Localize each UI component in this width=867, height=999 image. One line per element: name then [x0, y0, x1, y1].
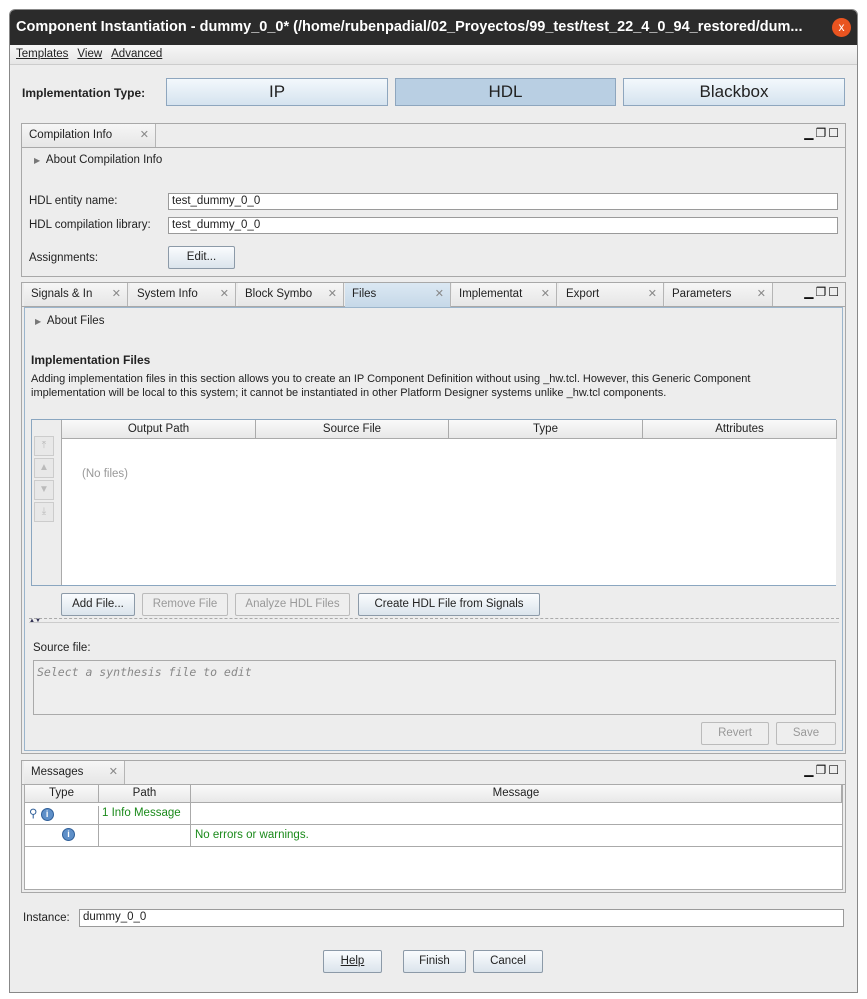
close-tab-icon[interactable]: ✕	[220, 283, 229, 305]
column-attributes[interactable]: Attributes	[643, 420, 837, 439]
column-type[interactable]: Type	[25, 785, 99, 803]
files-tab-content: ▶ About Files Implementation Files Addin…	[24, 307, 843, 751]
tab-label: Implementat	[459, 288, 523, 300]
blackbox-button[interactable]: Blackbox	[623, 78, 845, 106]
revert-button[interactable]: Revert	[701, 722, 769, 745]
close-tab-icon[interactable]: ✕	[757, 283, 766, 305]
move-up-icon[interactable]: ▲	[34, 458, 54, 478]
expand-pin-icon[interactable]: ⚲	[29, 808, 37, 820]
hdl-entity-name-input[interactable]: test_dummy_0_0	[168, 193, 838, 210]
tab-messages[interactable]: Messages ✕	[24, 761, 125, 784]
entity-name-label: HDL entity name:	[29, 195, 118, 207]
column-output-path[interactable]: Output Path	[62, 420, 256, 439]
window-title: Component Instantiation - dummy_0_0* (/h…	[16, 19, 803, 35]
source-file-label: Source file:	[33, 642, 91, 654]
panel-window-controls[interactable]: ▁❐☐	[804, 126, 841, 140]
implementation-files-heading: Implementation Files	[31, 353, 151, 367]
tab-signals-interfaces[interactable]: Signals & In ✕	[24, 283, 128, 306]
tab-label: Parameters	[672, 288, 732, 300]
move-top-icon[interactable]: ⤒	[34, 436, 54, 456]
tab-label: Block Symbo	[245, 288, 313, 300]
ip-button[interactable]: IP	[166, 78, 388, 106]
instance-input[interactable]: dummy_0_0	[79, 909, 844, 927]
column-message[interactable]: Message	[191, 785, 842, 803]
tab-label: Files	[352, 288, 377, 300]
close-tab-icon[interactable]: ✕	[112, 283, 121, 305]
close-tab-icon[interactable]: ✕	[328, 283, 337, 305]
messages-panel: Messages ✕ ▁❐☐ Type Path Message ⚲ i 1 In…	[21, 760, 846, 893]
help-button[interactable]: Help	[323, 950, 382, 973]
message-path	[99, 825, 191, 846]
close-tab-icon[interactable]: ✕	[109, 761, 118, 783]
tab-export[interactable]: Export ✕	[559, 283, 664, 306]
add-file-button[interactable]: Add File...	[61, 593, 135, 616]
expand-arrow-icon: ▶	[35, 317, 42, 326]
compilation-library-label: HDL compilation library:	[29, 219, 151, 231]
move-bottom-icon[interactable]: ⤓	[34, 502, 54, 522]
menu-bar: Templates View Advanced	[10, 45, 857, 65]
tab-implementation[interactable]: Implementat ✕	[452, 283, 557, 306]
implementation-type-label: Implementation Type:	[22, 86, 146, 100]
messages-table: Type Path Message ⚲ i 1 Info Message i N…	[24, 784, 843, 890]
hdl-compilation-library-input[interactable]: test_dummy_0_0	[168, 217, 838, 234]
about-compilation-info-toggle[interactable]: ▶ About Compilation Info	[34, 154, 162, 166]
table-row[interactable]: i No errors or warnings.	[25, 825, 842, 847]
implementation-files-description: Adding implementation files in this sect…	[31, 373, 751, 399]
edit-assignments-button[interactable]: Edit...	[168, 246, 235, 269]
panel-window-controls[interactable]: ▁❐☐	[804, 763, 841, 777]
title-bar: Component Instantiation - dummy_0_0* (/h…	[10, 10, 857, 45]
tab-compilation-info[interactable]: Compilation Info ✕	[22, 124, 156, 147]
close-tab-icon[interactable]: ✕	[140, 124, 149, 146]
instance-label: Instance:	[23, 912, 70, 924]
menu-advanced[interactable]: Advanced	[111, 48, 162, 60]
tab-label: Messages	[31, 766, 84, 778]
table-row[interactable]: ⚲ i 1 Info Message	[25, 803, 842, 825]
tab-label: System Info	[137, 288, 198, 300]
tab-label: Export	[566, 288, 600, 300]
close-tab-icon[interactable]: ✕	[648, 283, 657, 305]
message-path: 1 Info Message	[99, 803, 191, 824]
move-down-icon[interactable]: ▼	[34, 480, 54, 500]
tab-system-info[interactable]: System Info ✕	[130, 283, 236, 306]
save-button[interactable]: Save	[776, 722, 836, 745]
menu-view[interactable]: View	[77, 48, 102, 60]
menu-templates[interactable]: Templates	[16, 48, 68, 60]
info-icon: i	[40, 808, 54, 821]
about-label: About Files	[46, 315, 105, 327]
panel-window-controls[interactable]: ▁❐☐	[804, 285, 841, 299]
tab-parameters[interactable]: Parameters ✕	[665, 283, 773, 306]
tab-files[interactable]: Files ✕	[345, 283, 451, 307]
cancel-button[interactable]: Cancel	[473, 950, 543, 973]
analyze-hdl-files-button[interactable]: Analyze HDL Files	[235, 593, 350, 616]
close-tab-icon[interactable]: ✕	[541, 283, 550, 305]
column-path[interactable]: Path	[99, 785, 191, 803]
no-files-text: (No files)	[82, 468, 129, 480]
finish-button[interactable]: Finish	[403, 950, 466, 973]
column-source-file[interactable]: Source File	[256, 420, 449, 439]
hdl-button[interactable]: HDL	[395, 78, 616, 106]
expand-arrow-icon: ▶	[34, 156, 41, 165]
source-file-editor[interactable]: Select a synthesis file to edit	[33, 660, 836, 715]
info-icon: i	[62, 828, 75, 841]
files-table-container: ⤒ ▲ ▼ ⤓ Output Path Source File Type Att…	[31, 419, 837, 586]
close-icon[interactable]: x	[832, 18, 851, 37]
splitter-handle[interactable]: ▲▼	[29, 618, 839, 624]
assignments-label: Assignments:	[29, 252, 99, 264]
column-type[interactable]: Type	[449, 420, 643, 439]
files-table: Output Path Source File Type Attributes …	[61, 420, 837, 585]
close-tab-icon[interactable]: ✕	[435, 283, 444, 305]
create-hdl-from-signals-button[interactable]: Create HDL File from Signals	[358, 593, 540, 616]
about-files-toggle[interactable]: ▶ About Files	[35, 315, 104, 327]
tab-block-symbol[interactable]: Block Symbo ✕	[238, 283, 344, 306]
component-tabs-panel: Signals & In ✕ System Info ✕ Block Symbo ✕ …	[21, 282, 846, 754]
about-label: About Compilation Info	[45, 154, 163, 166]
remove-file-button[interactable]: Remove File	[142, 593, 228, 616]
compilation-info-panel: Compilation Info ✕ ▁❐☐ ▶ About Compilatio…	[21, 123, 846, 277]
message-text: No errors or warnings.	[195, 829, 309, 841]
tab-label: Signals & In	[31, 288, 93, 300]
tab-label: Compilation Info	[29, 129, 113, 141]
